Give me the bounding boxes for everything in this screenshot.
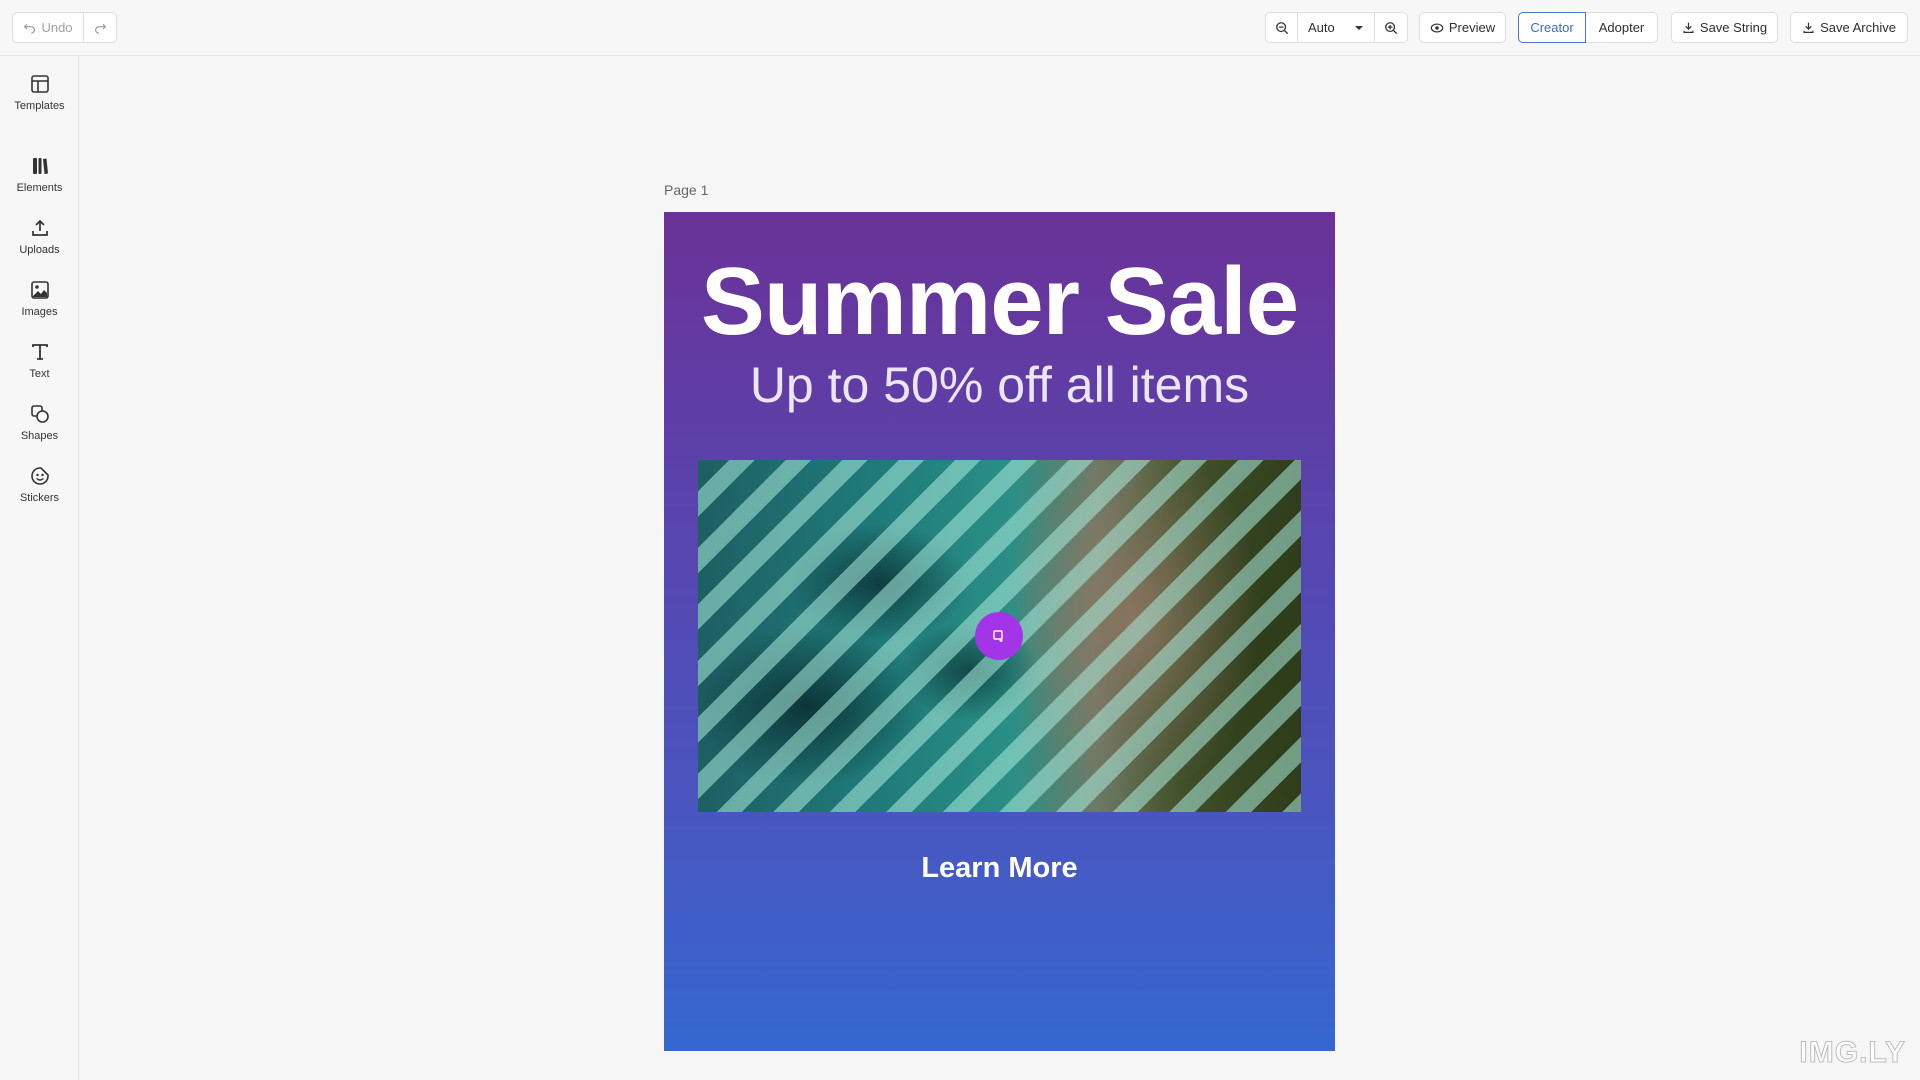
top-toolbar: Undo Auto Preview Creator Adopter Save S… [0,0,1920,56]
redo-button[interactable] [84,12,117,43]
hero-image[interactable] [698,460,1301,812]
sidebar-item-label: Images [21,306,58,318]
headline-text[interactable]: Summer Sale [664,254,1335,350]
zoom-select[interactable]: Auto [1298,12,1375,43]
sidebar-item-text[interactable]: Text [0,340,79,398]
download-icon [1803,22,1814,33]
upload-icon [28,216,52,240]
zoom-out-icon [1275,21,1288,34]
subline-text[interactable]: Up to 50% off all items [664,360,1335,410]
sidebar-item-elements[interactable]: Elements [0,154,79,212]
zoom-in-icon [1385,21,1398,34]
role-creator-button[interactable]: Creator [1518,12,1586,43]
creator-label: Creator [1530,20,1574,35]
sidebar-item-label: Elements [16,182,63,194]
shapes-icon [28,402,52,426]
eye-icon [1430,22,1444,33]
save-string-label: Save String [1699,20,1768,35]
sidebar-item-images[interactable]: Images [0,278,79,336]
download-icon [1683,22,1694,33]
sticker-icon [28,464,52,488]
sidebar-item-label: Templates [14,100,65,112]
caret-down-icon [1355,25,1363,30]
zoom-out-button[interactable] [1265,12,1298,43]
zoom-value: Auto [1308,20,1335,35]
redo-icon [94,23,106,34]
replace-image-icon [993,630,1003,642]
save-string-button[interactable]: Save String [1671,12,1778,43]
sidebar-item-uploads[interactable]: Uploads [0,216,79,274]
sidebar-item-label: Stickers [19,492,60,504]
brand-watermark: IMG.LY [1799,1036,1906,1070]
design-page[interactable]: Summer Sale Up to 50% off all items Lear… [664,212,1335,1051]
replace-image-button[interactable] [975,612,1023,660]
sidebar-item-label: Shapes [20,430,59,442]
undo-label: Undo [41,20,73,35]
save-archive-button[interactable]: Save Archive [1790,12,1908,43]
undo-button[interactable]: Undo [12,12,84,43]
sidebar-item-shapes[interactable]: Shapes [0,402,79,460]
adopter-label: Adopter [1598,20,1645,35]
sidebar-item-stickers[interactable]: Stickers [0,464,79,522]
preview-button[interactable]: Preview [1419,12,1506,43]
undo-icon [24,23,36,34]
preview-label: Preview [1448,20,1496,35]
cta-text[interactable]: Learn More [664,852,1335,885]
template-icon [28,72,52,96]
library-icon [28,154,52,178]
image-icon [28,278,52,302]
sidebar-item-templates[interactable]: Templates [0,72,79,130]
sidebar-item-label: Text [29,368,50,380]
sidebar-item-label: Uploads [19,244,60,256]
role-adopter-button[interactable]: Adopter [1586,12,1658,43]
zoom-in-button[interactable] [1375,12,1408,43]
left-sidebar: Templates Elements Uploads Images Text S… [0,56,79,1080]
text-icon [28,340,52,364]
page-label: Page 1 [664,182,709,198]
save-archive-label: Save Archive [1820,20,1896,35]
